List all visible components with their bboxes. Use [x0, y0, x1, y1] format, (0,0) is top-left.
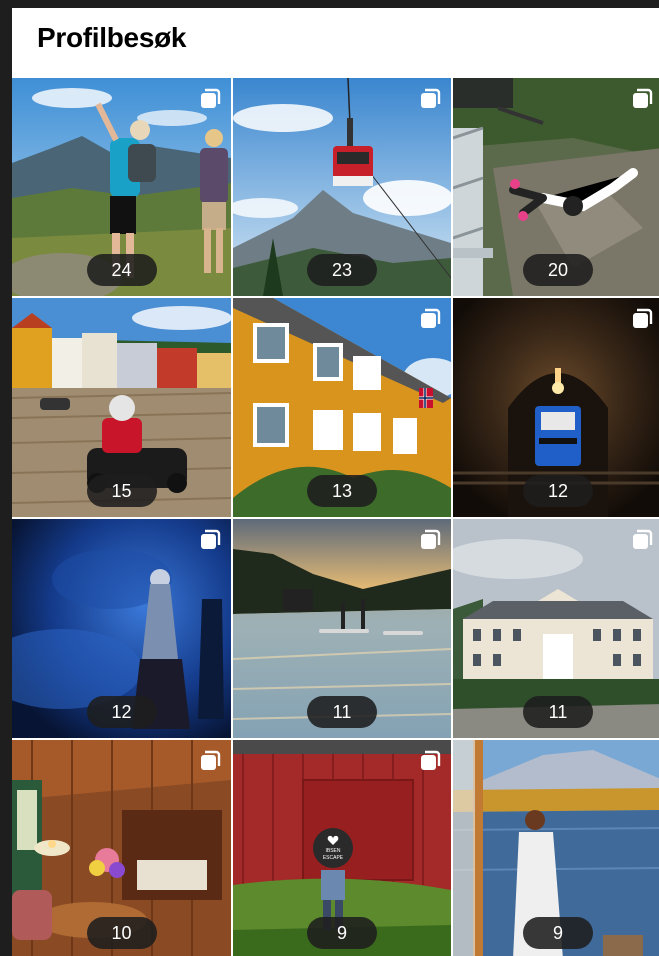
visit-count-badge: 23: [307, 254, 377, 286]
multi-image-icon: [419, 88, 441, 110]
visit-count-badge: 11: [523, 696, 593, 728]
multi-image-icon: [199, 529, 221, 551]
visit-count-badge: 9: [307, 917, 377, 949]
sign-text-line1: IBSEN: [325, 848, 340, 854]
post-tile-1[interactable]: 24: [12, 78, 231, 296]
post-tile-8[interactable]: 11: [233, 519, 451, 738]
visit-count-badge: 9: [523, 917, 593, 949]
post-tile-7[interactable]: 12: [12, 519, 231, 738]
post-tile-4[interactable]: 15: [12, 298, 231, 517]
multi-image-icon: [419, 529, 441, 551]
multi-image-icon: [631, 88, 653, 110]
post-tile-11[interactable]: IBSEN ESCAPE 9: [233, 740, 451, 956]
multi-image-icon: [419, 750, 441, 772]
page-title: Profilbesøk: [37, 22, 187, 53]
multi-image-icon: [199, 88, 221, 110]
visit-count-badge: 20: [523, 254, 593, 286]
visit-count-badge: 24: [86, 254, 157, 286]
visit-count-badge: 11: [307, 696, 377, 728]
post-tile-2[interactable]: 23: [233, 78, 451, 296]
multi-image-icon: [199, 750, 221, 772]
visit-count-badge: 13: [307, 475, 377, 507]
multi-image-icon: [631, 529, 653, 551]
post-tile-10[interactable]: 10: [12, 740, 231, 956]
post-tile-12[interactable]: 9: [453, 740, 659, 956]
visit-count-badge: 12: [86, 696, 157, 728]
multi-image-icon: [631, 308, 653, 330]
sign-text-line2: ESCAPE: [323, 855, 344, 861]
post-tile-6[interactable]: 12: [453, 298, 659, 517]
post-tile-9[interactable]: 11: [453, 519, 659, 738]
visit-count-badge: 10: [86, 917, 157, 949]
profile-visits-panel: Profilbesøk 24 23 20 15 13 12 12 11 11 1…: [12, 8, 659, 956]
visit-count-badge: 15: [86, 475, 157, 507]
multi-image-icon: [419, 308, 441, 330]
visit-count-badge: 12: [523, 475, 593, 507]
post-tile-5[interactable]: 13: [233, 298, 451, 517]
post-tile-3[interactable]: 20: [453, 78, 659, 296]
post-grid: 24 23 20 15 13 12 12 11 11 10 IBSEN ESCA…: [12, 78, 659, 956]
